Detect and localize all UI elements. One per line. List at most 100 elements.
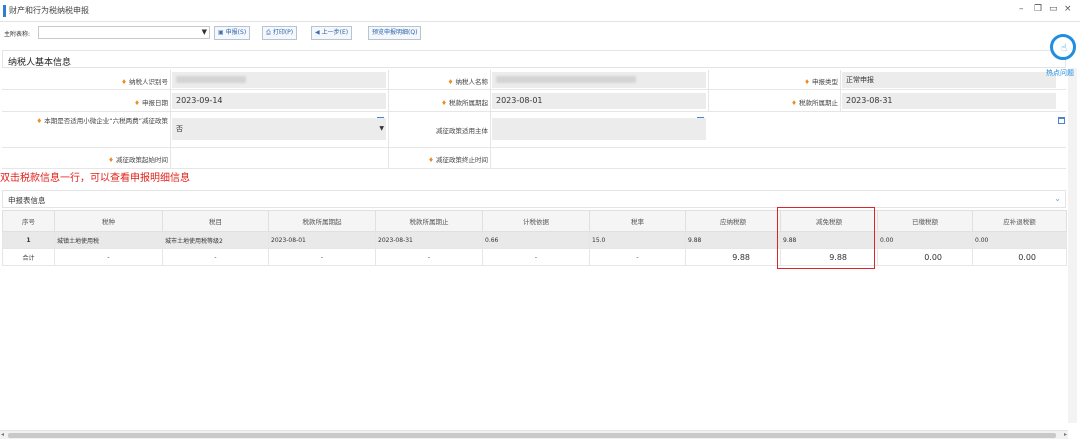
prev-step-button-label: 上一步(E) (321, 29, 349, 36)
table-cell: - (54, 248, 163, 266)
divider (840, 70, 841, 112)
column-header: 序号 (2, 210, 55, 232)
declare-type-label: ♦ 申报类型 (804, 78, 838, 86)
window-title: 财产和行为税纳税申报 (9, 6, 89, 15)
divider (170, 70, 171, 169)
column-header: 税种 (54, 210, 163, 232)
title-accent-bar (3, 5, 6, 17)
period-start-field[interactable]: 2023-08-01 (492, 93, 706, 109)
table-cell: 0.66 (482, 231, 590, 249)
column-header: 税款所属期止 (375, 210, 483, 232)
declare-button[interactable]: ▣ 申报(S) (214, 26, 251, 40)
table-cell: 2023-08-31 (375, 231, 483, 249)
declare-button-label: 申报(S) (225, 29, 247, 36)
table-cell: - (375, 248, 483, 266)
table-cell: 2023-08-01 (268, 231, 376, 249)
reduction-end-label: ♦ 减征政策终止时间 (428, 156, 488, 164)
reduction-start-field[interactable] (172, 150, 386, 166)
column-header: 税目 (162, 210, 269, 232)
chevron-down-icon: ▼ (201, 28, 207, 36)
table-cell: - (268, 248, 376, 266)
table-cell: - (589, 248, 686, 266)
basic-info-header: 纳税人基本信息 (2, 50, 1066, 68)
preview-detail-button[interactable]: 预览申报明细(Q) (368, 26, 422, 40)
form-row: ♦ 纳税人识别号 ♦ 纳税人名称 ♦ 申报类型 正常申报 (2, 70, 1066, 90)
print-button[interactable]: ⎙ 打印(P) (262, 26, 298, 40)
declare-date-field[interactable]: 2023-09-14 (172, 93, 386, 109)
basic-info-title: 纳税人基本信息 (8, 58, 72, 68)
highlight-box (777, 207, 875, 269)
taxpayer-id-label: ♦ 纳税人识别号 (121, 78, 168, 86)
taxpayer-name-field (492, 72, 706, 88)
prev-step-button[interactable]: ◀ 上一步(E) (311, 26, 353, 40)
form-row: ♦ 本期是否适用小微企业“六税两费”减征政策 否 ▼ 减征政策适用主体 (2, 112, 1066, 148)
maximize-icon[interactable]: ▭ (1049, 4, 1058, 14)
scrollbar-thumb[interactable] (8, 433, 1056, 438)
table-row[interactable]: 1 城镇土地使用税 城市土地使用税等级2 2023-08-01 2023-08-… (2, 231, 1067, 249)
column-header: 税款所属期起 (268, 210, 376, 232)
period-end-field[interactable]: 2023-08-31 (842, 93, 1056, 109)
reduction-start-label: ♦ 减征政策起始时间 (108, 156, 168, 164)
taxpayer-id-field (172, 72, 386, 88)
declare-table-header: 申报表信息 ⌄ (2, 190, 1066, 208)
help-ring-icon: ☝ (1050, 34, 1076, 60)
save-icon: ▣ (218, 29, 224, 36)
table-cell: 0.00 (877, 231, 973, 249)
main-table-label: 主附表称: (4, 31, 31, 38)
scroll-right-icon[interactable]: ▸ (1064, 431, 1067, 438)
printer-icon: ⎙ (266, 29, 271, 36)
pointer-hand-icon: ☝ (1061, 43, 1068, 54)
declare-type-field: 正常申报 (842, 72, 1056, 88)
restore-icon[interactable]: ❐ (1034, 4, 1042, 14)
hint-text: 双击税款信息一行，可以查看申报明细信息 (0, 173, 190, 184)
minimize-icon[interactable]: – (1019, 4, 1024, 14)
table-cell: - (482, 248, 590, 266)
divider (388, 70, 389, 169)
table-cell: 合计 (2, 248, 55, 266)
declare-table: 序号 税种 税目 税款所属期起 税款所属期止 计税依据 税率 应纳税额 减免税额… (2, 210, 1067, 266)
table-total-row: 合计 - - - - - - 9.88 9.88 0.00 0.00 (2, 248, 1067, 266)
reduction-subject-field (492, 118, 706, 140)
table-cell: 城镇土地使用税 (54, 231, 163, 249)
column-header: 应补退税额 (972, 210, 1067, 232)
taxpayer-name-label: ♦ 纳税人名称 (447, 78, 488, 86)
help-widget[interactable]: ☝ 热点问题 (1046, 32, 1080, 80)
table-cell: 0.00 (972, 231, 1067, 249)
help-widget-label: 热点问题 (1046, 69, 1074, 77)
column-header: 已缴税额 (877, 210, 973, 232)
chevron-down-icon: ▼ (379, 125, 384, 132)
table-cell: 城市土地使用税等级2 (162, 231, 269, 249)
table-cell: 0.00 (972, 248, 1067, 266)
preview-detail-button-label: 预览申报明细(Q) (372, 29, 418, 36)
divider (490, 70, 491, 169)
toolbar: 主附表称: ▼ ▣ 申报(S) ⎙ 打印(P) ◀ 上一步(E) 预览申报明细(Q) (0, 23, 1080, 43)
table-cell: 9.88 (685, 248, 781, 266)
table-cell: - (162, 248, 269, 266)
main-table-select[interactable]: ▼ (38, 26, 210, 39)
divider (708, 70, 709, 112)
period-end-label: ♦ 税款所属期止 (791, 99, 838, 107)
declare-table-title: 申报表信息 (8, 196, 46, 205)
horizontal-scrollbar[interactable]: ◂ ▸ (0, 430, 1068, 439)
small-biz-label: ♦ 本期是否适用小微企业“六税两费”减征政策 (36, 117, 168, 125)
declare-date-label: ♦ 申报日期 (134, 99, 168, 107)
column-header: 税率 (589, 210, 686, 232)
reduction-subject-label: 减征政策适用主体 (436, 127, 488, 135)
table-cell: 9.88 (685, 231, 781, 249)
table-cell: 15.0 (589, 231, 686, 249)
chevron-down-icon[interactable]: ⌄ (1054, 194, 1061, 203)
form-row: ♦ 减征政策起始时间 ♦ 减征政策终止时间 (2, 148, 1066, 239)
close-icon[interactable]: × (1064, 4, 1072, 14)
period-start-label: ♦ 税款所属期起 (441, 99, 488, 107)
vertical-scrollbar[interactable] (1068, 68, 1077, 423)
scroll-left-icon[interactable]: ◂ (1, 431, 4, 438)
table-cell: 0.00 (877, 248, 973, 266)
small-biz-select[interactable]: 否 ▼ (172, 118, 386, 140)
table-cell: 1 (2, 231, 55, 249)
column-header: 计税依据 (482, 210, 590, 232)
print-button-label: 打印(P) (272, 29, 294, 36)
column-header: 应纳税额 (685, 210, 781, 232)
form-row: ♦ 申报日期 2023-09-14 ♦ 税款所属期起 2023-08-01 ♦ 税款所… (2, 90, 1066, 124)
arrow-left-icon: ◀ (315, 29, 320, 36)
reduction-end-field[interactable] (492, 150, 706, 166)
